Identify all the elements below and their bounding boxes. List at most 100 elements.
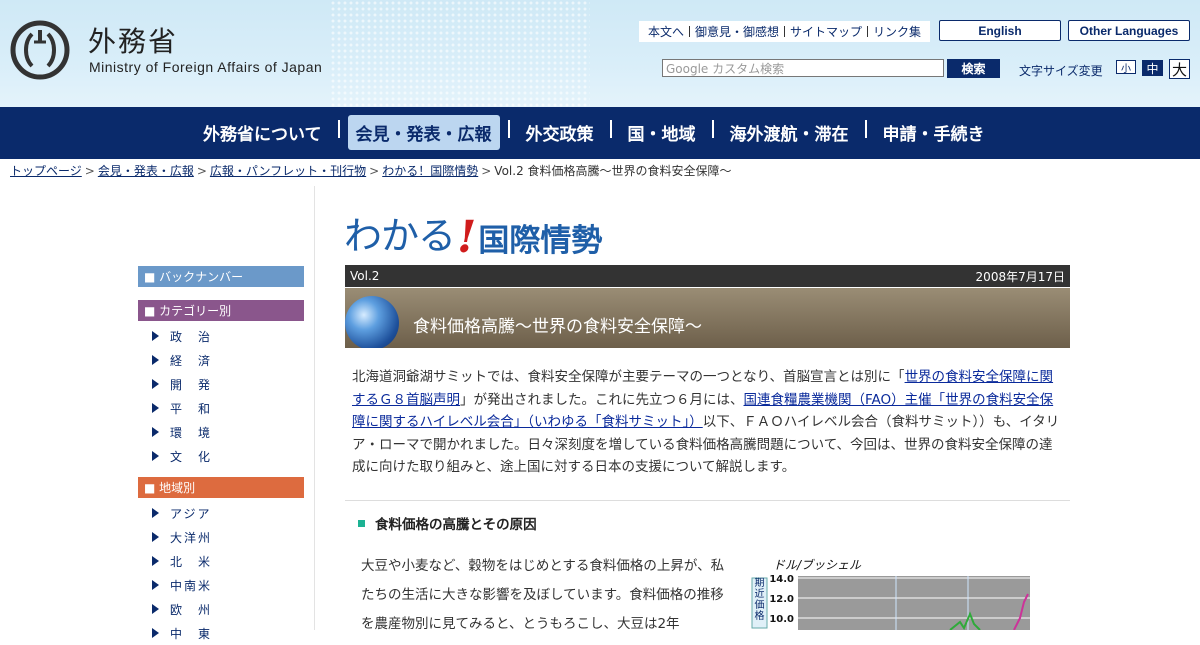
search-button[interactable]: 検索 xyxy=(947,59,1000,78)
nav-item-press[interactable]: 会見・発表・広報 xyxy=(347,115,500,150)
intro-text-1: 北海道洞爺湖サミットでは、食料安全保障が主要テーマの一つとなり、首脳宣言とは別に… xyxy=(352,369,905,385)
sidebar-item-environment[interactable]: 環 境 xyxy=(152,420,212,444)
nav-separator xyxy=(337,119,340,138)
sidebar-item-peace[interactable]: 平 和 xyxy=(152,396,212,420)
english-button[interactable]: English xyxy=(939,20,1061,41)
sidebar-item-label: 北 米 xyxy=(170,554,213,569)
world-map-dots xyxy=(330,0,590,107)
nav-item-about[interactable]: 外務省について xyxy=(195,115,330,150)
sidebar-item-culture[interactable]: 文 化 xyxy=(152,444,212,468)
sidebar-item-label: 平 和 xyxy=(170,401,213,416)
fontsize-medium-button[interactable]: 中 xyxy=(1142,60,1163,76)
nav-item-policy[interactable]: 外交政策 xyxy=(518,115,602,150)
site-logo-jp[interactable]: 外務省 xyxy=(88,20,178,60)
nav-separator xyxy=(711,119,714,138)
chart-y-tick: 14.0 xyxy=(769,574,794,585)
other-languages-button[interactable]: Other Languages xyxy=(1068,20,1190,41)
triangle-right-icon xyxy=(152,355,159,365)
column-divider xyxy=(314,186,315,630)
breadcrumb-separator: > xyxy=(481,164,492,178)
volume-number: Vol.2 xyxy=(350,269,380,283)
nav-separator xyxy=(864,119,867,138)
sidebar-item-label: 中南米 xyxy=(170,578,213,593)
nav-item-regions[interactable]: 国・地域 xyxy=(620,115,704,150)
breadcrumb-link-wakaru[interactable]: わかる！国際情勢 xyxy=(382,164,478,178)
publish-date: 2008年7月17日 xyxy=(975,269,1065,284)
utility-links: 本文へ 御意見・御感想 サイトマップ リンク集 xyxy=(639,21,931,42)
breadcrumb-link-top[interactable]: トップページ xyxy=(10,164,82,178)
chart-side-label: 期近価格 xyxy=(755,577,765,622)
search-input[interactable]: Google カスタム検索 xyxy=(662,59,944,77)
sidebar-item-label: 大洋州 xyxy=(170,530,213,545)
sidebar-item-label: 開 発 xyxy=(170,377,213,392)
triangle-right-icon xyxy=(152,532,159,542)
util-link-feedback[interactable]: 御意見・御感想 xyxy=(690,23,784,40)
sidebar-region-head: ■ 地域別 xyxy=(138,477,304,498)
triangle-right-icon xyxy=(152,427,159,437)
breadcrumb: トップページ > 会見・発表・広報 > 広報・パンフレット・刊行物 > わかる！国際情勢 > V… xyxy=(10,162,732,179)
breadcrumb-separator: > xyxy=(196,164,207,178)
triangle-right-icon xyxy=(152,331,159,341)
section-divider xyxy=(345,500,1070,501)
breadcrumb-link-press[interactable]: 会見・発表・広報 xyxy=(98,164,194,178)
fontsize-label: 文字サイズ変更 xyxy=(1019,64,1103,78)
section-body: 大豆や小麦など、穀物をはじめとする食料価格の上昇が、私たちの生活に大きな影響を及… xyxy=(361,558,725,632)
triangle-right-icon xyxy=(152,379,159,389)
volume-bar: Vol.2 2008年7月17日 xyxy=(345,265,1070,287)
nav-item-travel[interactable]: 海外渡航・滞在 xyxy=(722,115,857,150)
nav-separator xyxy=(609,119,612,138)
triangle-right-icon xyxy=(152,451,159,461)
square-bullet-icon xyxy=(358,519,365,527)
sidebar-item-label: 環 境 xyxy=(170,425,213,440)
sidebar-item-development[interactable]: 開 発 xyxy=(152,372,212,396)
globe-icon xyxy=(345,296,399,348)
sidebar-item-europe[interactable]: 欧 州 xyxy=(152,597,212,621)
sidebar-item-north-america[interactable]: 北 米 xyxy=(152,549,212,573)
sidebar-item-oceania[interactable]: 大洋州 xyxy=(152,525,212,549)
wakaru-logo-kana: わかる xyxy=(344,214,456,258)
triangle-right-icon xyxy=(152,508,159,518)
sidebar-item-label: 文 化 xyxy=(170,449,213,464)
mofa-emblem-icon[interactable] xyxy=(10,20,70,80)
article-title-banner: 食料価格高騰～世界の食料安全保障～ xyxy=(345,288,1070,348)
exclamation-icon: ! xyxy=(457,212,477,263)
triangle-right-icon xyxy=(152,403,159,413)
chart-y-tick: 10.0 xyxy=(769,614,794,625)
breadcrumb-separator: > xyxy=(369,164,380,178)
fontsize-large-button[interactable]: 大 xyxy=(1169,59,1190,79)
price-chart: 期近価格 14.0 12.0 10.0 xyxy=(751,574,1030,630)
util-link-main-content[interactable]: 本文へ xyxy=(643,23,689,40)
chart-y-tick: 12.0 xyxy=(769,594,794,605)
site-header: 外務省 Ministry of Foreign Affairs of Japan… xyxy=(0,0,1200,107)
breadcrumb-link-publications[interactable]: 広報・パンフレット・刊行物 xyxy=(210,164,366,178)
sidebar-item-label: 中 東 xyxy=(170,626,213,641)
sidebar-item-politics[interactable]: 政 治 xyxy=(152,324,212,348)
sidebar-item-asia[interactable]: アジア xyxy=(152,501,212,525)
sidebar-item-economy[interactable]: 経 済 xyxy=(152,348,212,372)
nav-item-procedures[interactable]: 申請・手続き xyxy=(875,115,993,150)
sidebar-category-head: ■ カテゴリー別 xyxy=(138,300,304,321)
triangle-right-icon xyxy=(152,604,159,614)
triangle-right-icon xyxy=(152,556,159,566)
wakaru-logo: わかる ! 国際情勢 xyxy=(344,208,602,260)
sidebar-item-label: アジア xyxy=(170,506,212,521)
util-link-sitemap[interactable]: サイトマップ xyxy=(785,23,867,40)
global-nav-items: 外務省について 会見・発表・広報 外交政策 国・地域 海外渡航・滞在 申請・手続… xyxy=(195,115,993,150)
article-intro: 北海道洞爺湖サミットでは、食料安全保障が主要テーマの一つとなり、首脳宣言とは別に… xyxy=(352,366,1062,479)
sidebar-item-latin-america[interactable]: 中南米 xyxy=(152,573,212,597)
fontsize-small-button[interactable]: 小 xyxy=(1116,60,1136,75)
breadcrumb-current: Vol.2 食料価格高騰～世界の食料安全保障～ xyxy=(494,164,732,178)
util-link-links[interactable]: リンク集 xyxy=(868,23,926,40)
section-heading: 食料価格の高騰とその原因 xyxy=(358,513,537,533)
triangle-right-icon xyxy=(152,580,159,590)
breadcrumb-separator: > xyxy=(84,164,95,178)
sidebar-item-middle-east[interactable]: 中 東 xyxy=(152,621,212,645)
sidebar-backnumber-link[interactable]: ■ バックナンバー xyxy=(138,266,304,287)
global-nav: 外務省について 会見・発表・広報 外交政策 国・地域 海外渡航・滞在 申請・手続… xyxy=(0,107,1200,159)
article-title: 食料価格高騰～世界の食料安全保障～ xyxy=(413,317,702,337)
wakaru-logo-kanji: 国際情勢 xyxy=(478,223,603,259)
nav-separator xyxy=(507,119,510,138)
sidebar-item-label: 欧 州 xyxy=(170,602,213,617)
sidebar-item-label: 政 治 xyxy=(170,329,213,344)
site-logo-en[interactable]: Ministry of Foreign Affairs of Japan xyxy=(89,59,322,75)
